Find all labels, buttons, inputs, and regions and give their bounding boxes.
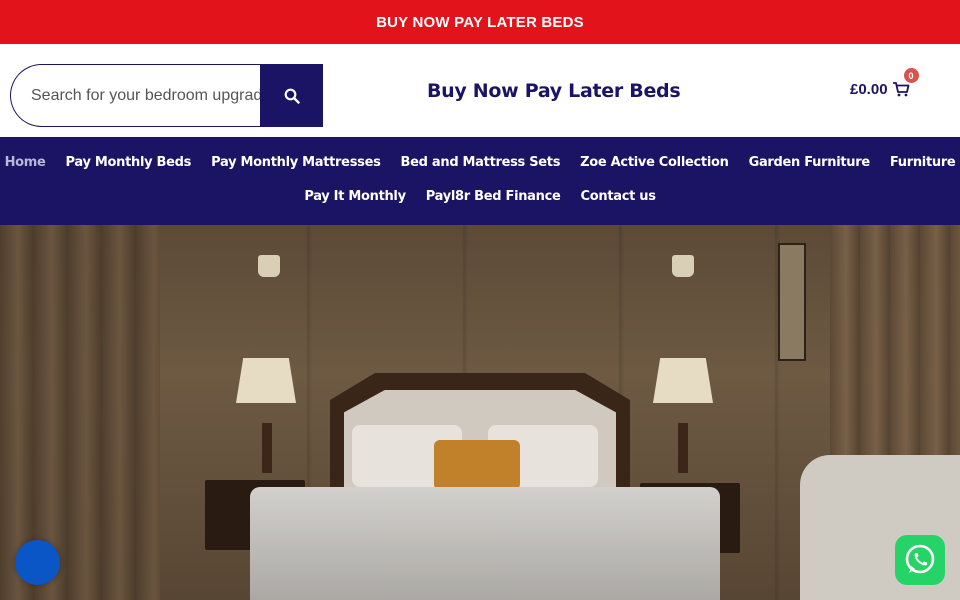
hero-wall-frame: [778, 243, 806, 361]
nav-row-secondary: Pay It Monthly Payl8r Bed Finance Contac…: [0, 189, 960, 204]
nav-item-pay-monthly-beds[interactable]: Pay Monthly Beds: [56, 155, 202, 170]
nav-item-zoe-active-collection[interactable]: Zoe Active Collection: [570, 155, 738, 170]
hero-lamp-shade-right: [653, 358, 713, 403]
hero-wall-sconce-right: [672, 255, 694, 277]
hero-lamp-base-right: [678, 423, 688, 473]
nav-item-home[interactable]: Home: [0, 155, 56, 170]
nav-item-pay-monthly-mattresses[interactable]: Pay Monthly Mattresses: [201, 155, 390, 170]
site-header: Buy Now Pay Later Beds £0.00 0: [0, 44, 960, 137]
hero-wall-sconce-left: [258, 255, 280, 277]
whatsapp-button[interactable]: [895, 535, 945, 585]
cart-button[interactable]: £0.00 0: [850, 68, 919, 98]
chat-icon[interactable]: [15, 540, 60, 585]
cart-icon: 0: [892, 68, 919, 98]
search-button[interactable]: [260, 64, 323, 127]
whatsapp-icon: [905, 544, 935, 574]
hero-bed-shading: [250, 487, 720, 600]
nav-item-pay-it-monthly[interactable]: Pay It Monthly: [294, 189, 415, 204]
nav-item-bed-and-mattress-sets[interactable]: Bed and Mattress Sets: [391, 155, 571, 170]
nav-row-primary: Home Pay Monthly Beds Pay Monthly Mattre…: [0, 155, 960, 170]
search-input[interactable]: [10, 64, 260, 127]
cart-count-badge: 0: [903, 68, 919, 83]
nav-item-garden-furniture[interactable]: Garden Furniture: [739, 155, 880, 170]
hero-lamp-shade-left: [236, 358, 296, 403]
promo-link[interactable]: BUY NOW PAY LATER BEDS: [376, 14, 584, 31]
hero-accent-pillow: [434, 440, 520, 490]
promo-banner: BUY NOW PAY LATER BEDS: [0, 0, 960, 44]
hero-bedroom-image: [0, 225, 960, 600]
search-form: [10, 64, 323, 127]
nav-item-furniture[interactable]: Furniture: [880, 155, 960, 170]
hero-lamp-base-left: [262, 423, 272, 473]
cart-amount: £0.00: [850, 80, 888, 98]
nav-item-payl8r-bed-finance[interactable]: Payl8r Bed Finance: [416, 189, 571, 204]
nav-item-contact-us[interactable]: Contact us: [571, 189, 666, 204]
main-nav: Home Pay Monthly Beds Pay Monthly Mattre…: [0, 137, 960, 225]
search-icon: [284, 88, 300, 104]
site-title[interactable]: Buy Now Pay Later Beds: [427, 80, 681, 102]
